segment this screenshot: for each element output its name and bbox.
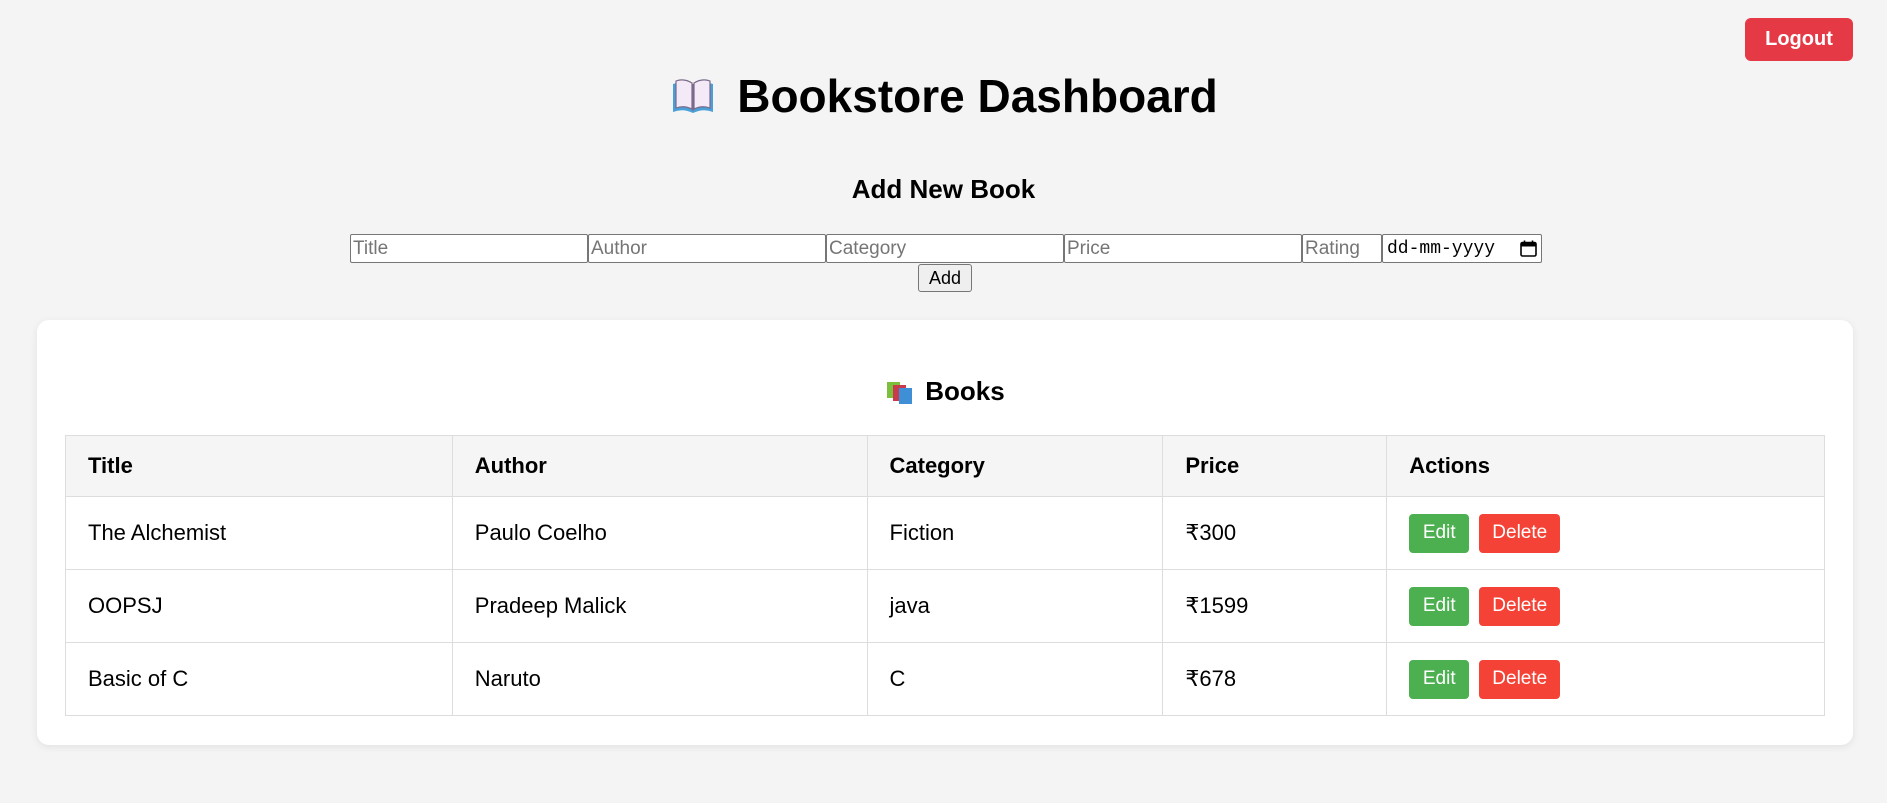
delete-button[interactable]: Delete bbox=[1479, 513, 1561, 553]
book-author: Pradeep Malick bbox=[451, 569, 868, 643]
price-input[interactable] bbox=[1064, 234, 1302, 263]
rating-input[interactable] bbox=[1302, 234, 1382, 263]
book-actions: Edit Delete bbox=[1386, 496, 1825, 570]
add-book-form: dd-mm-yyyy bbox=[350, 234, 1542, 263]
date-placeholder: dd-mm-yyyy bbox=[1387, 238, 1496, 259]
edit-button[interactable]: Edit bbox=[1409, 513, 1470, 553]
book-price: ₹1599 bbox=[1162, 569, 1388, 643]
book-category: Fiction bbox=[866, 496, 1164, 570]
page-header: Bookstore Dashboard bbox=[0, 64, 1887, 128]
books-icon bbox=[885, 377, 915, 407]
calendar-icon[interactable] bbox=[1520, 240, 1537, 257]
edit-button[interactable]: Edit bbox=[1409, 586, 1470, 626]
books-heading: Books bbox=[37, 376, 1853, 407]
open-book-icon bbox=[669, 72, 717, 120]
book-title: The Alchemist bbox=[65, 496, 453, 570]
table-row: Basic of C Naruto C ₹678 Edit Delete bbox=[65, 642, 1825, 716]
book-category: java bbox=[866, 569, 1164, 643]
book-category: C bbox=[866, 642, 1164, 716]
book-price: ₹300 bbox=[1162, 496, 1388, 570]
book-actions: Edit Delete bbox=[1386, 642, 1825, 716]
book-title: OOPSJ bbox=[65, 569, 453, 643]
books-table: Title Author Category Price Actions The … bbox=[65, 435, 1825, 716]
table-row: The Alchemist Paulo Coelho Fiction ₹300 … bbox=[65, 496, 1825, 570]
column-header-author: Author bbox=[451, 435, 868, 497]
table-header-row: Title Author Category Price Actions bbox=[65, 435, 1825, 497]
column-header-title: Title bbox=[65, 435, 453, 497]
add-book-heading: Add New Book bbox=[851, 174, 1036, 204]
date-input[interactable]: dd-mm-yyyy bbox=[1382, 234, 1542, 263]
author-input[interactable] bbox=[588, 234, 826, 263]
add-button[interactable]: Add bbox=[918, 264, 972, 292]
column-header-actions: Actions bbox=[1386, 435, 1825, 497]
table-row: OOPSJ Pradeep Malick java ₹1599 Edit Dele… bbox=[65, 569, 1825, 643]
books-card: Books Title Author Category Price Action… bbox=[37, 320, 1853, 745]
book-author: Naruto bbox=[451, 642, 868, 716]
page-title: Bookstore Dashboard bbox=[737, 70, 1218, 122]
delete-button[interactable]: Delete bbox=[1479, 659, 1561, 699]
edit-button[interactable]: Edit bbox=[1409, 659, 1470, 699]
category-input[interactable] bbox=[826, 234, 1064, 263]
delete-button[interactable]: Delete bbox=[1479, 586, 1561, 626]
book-author: Paulo Coelho bbox=[451, 496, 868, 570]
title-input[interactable] bbox=[350, 234, 588, 263]
books-heading-label: Books bbox=[925, 376, 1005, 406]
book-actions: Edit Delete bbox=[1386, 569, 1825, 643]
book-title: Basic of C bbox=[65, 642, 453, 716]
logout-button[interactable]: Logout bbox=[1745, 18, 1853, 61]
column-header-price: Price bbox=[1162, 435, 1388, 497]
column-header-category: Category bbox=[866, 435, 1164, 497]
book-price: ₹678 bbox=[1162, 642, 1388, 716]
